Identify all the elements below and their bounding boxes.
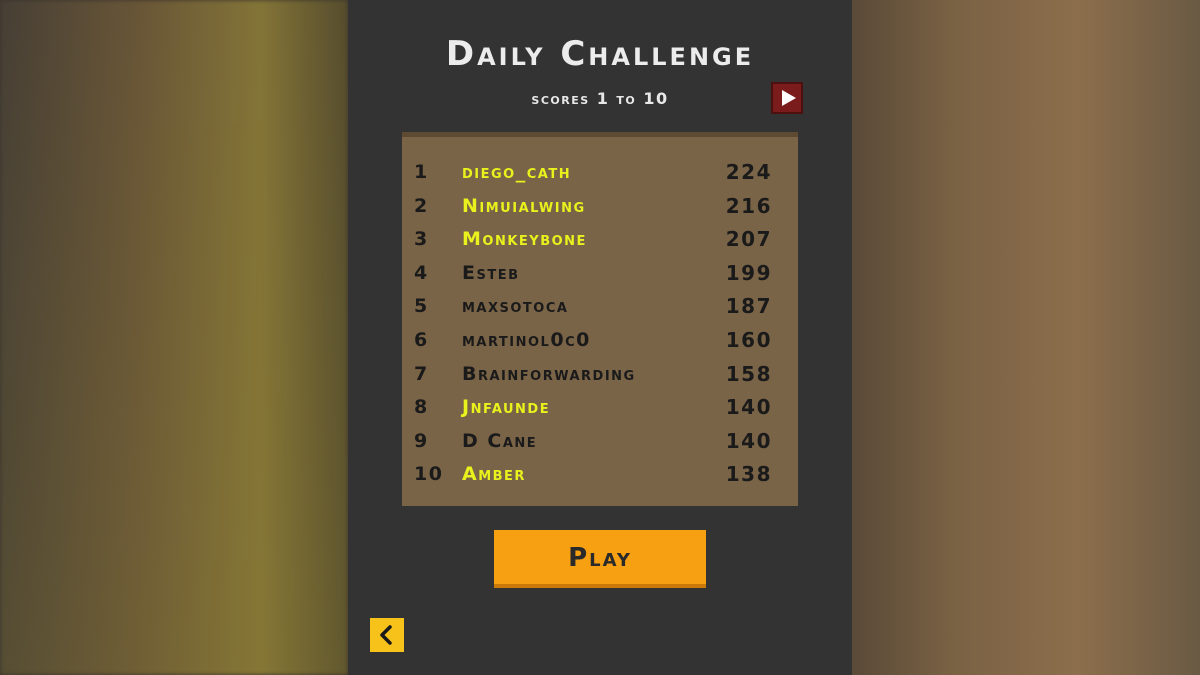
player-score: 138: [725, 462, 772, 487]
player-name: martinol0c0: [462, 329, 591, 351]
rank-number: 4: [414, 261, 429, 284]
player-name: maxsotoca: [462, 295, 569, 318]
player-name: D Cane: [462, 429, 538, 452]
rank-number: 2: [414, 194, 429, 217]
player-name: diego_cath: [462, 161, 572, 183]
rank-number: 10: [414, 463, 444, 486]
player-score: 187: [725, 294, 772, 319]
rank-number: 1: [414, 161, 429, 183]
player-score: 207: [725, 227, 772, 252]
back-button[interactable]: [370, 618, 404, 652]
leaderboard-row: 6 martinol0c0 160: [402, 325, 798, 355]
player-score: 216: [725, 193, 772, 218]
leaderboard-row: 3 Monkeybone 207: [402, 224, 798, 254]
rank-number: 6: [414, 329, 429, 351]
player-score: 140: [725, 395, 772, 420]
play-button[interactable]: Play: [494, 530, 706, 588]
page-title: Daily Challenge: [445, 34, 755, 74]
rank-number: 3: [414, 228, 429, 251]
leaderboard-row: 10 Amber 138: [402, 459, 798, 489]
player-score: 224: [725, 160, 772, 184]
leaderboard-row: 9 D Cane 140: [402, 426, 798, 456]
player-name: Esteb: [462, 261, 520, 284]
next-page-button[interactable]: [771, 82, 803, 114]
player-score: 140: [725, 428, 772, 453]
player-score: 158: [725, 361, 772, 386]
leaderboard-panel: Daily Challenge scores 1 to 10 1 diego_c…: [348, 0, 852, 675]
game-screen: Daily Challenge scores 1 to 10 1 diego_c…: [0, 0, 1200, 675]
leaderboard-row: 1 diego_cath 224: [402, 157, 798, 187]
leaderboard-row: 2 Nimuialwing 216: [402, 191, 798, 221]
rank-number: 5: [414, 295, 429, 318]
rank-number: 8: [414, 396, 429, 419]
player-score: 160: [725, 328, 772, 352]
leaderboard-row: 4 Esteb 199: [402, 258, 798, 288]
player-name: Amber: [462, 463, 526, 486]
player-name: Monkeybone: [462, 228, 587, 251]
leaderboard-row: 5 maxsotoca 187: [402, 291, 798, 321]
chevron-left-icon: [380, 625, 392, 645]
play-triangle-icon: [782, 90, 796, 106]
player-name: Brainforwarding: [462, 362, 636, 385]
background-left: [0, 0, 348, 675]
leaderboard-table: 1 diego_cath 224 2 Nimuialwing 216 3 Mon…: [402, 132, 798, 506]
background-right: [852, 0, 1200, 675]
rank-number: 7: [414, 362, 429, 385]
rank-number: 9: [414, 429, 429, 452]
player-score: 199: [725, 260, 772, 285]
leaderboard-row: 8 Jnfaunde 140: [402, 392, 798, 422]
player-name: Jnfaunde: [462, 396, 551, 419]
player-name: Nimuialwing: [462, 194, 586, 217]
leaderboard-row: 7 Brainforwarding 158: [402, 359, 798, 389]
